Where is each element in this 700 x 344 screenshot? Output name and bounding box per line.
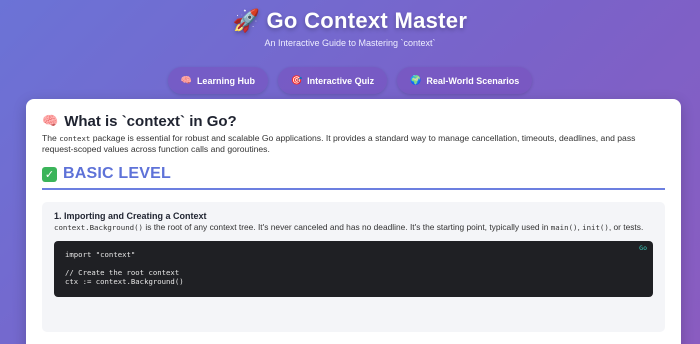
brain-icon: 🧠 bbox=[180, 75, 192, 86]
page-title: 🚀 Go Context Master bbox=[0, 8, 700, 34]
globe-icon: 🌍 bbox=[410, 75, 422, 86]
intro-text-part: package is essential for robust and scal… bbox=[42, 133, 636, 154]
code-line: // Create the root context bbox=[65, 268, 180, 277]
section-description: context.Background() is the root of any … bbox=[54, 222, 653, 233]
section-text-part: , or tests. bbox=[608, 222, 644, 232]
nav-tabs: 🧠 Learning Hub 🎯 Interactive Quiz 🌍 Real… bbox=[0, 67, 700, 94]
tab-label: Learning Hub bbox=[196, 75, 255, 86]
tab-label: Interactive Quiz bbox=[307, 75, 375, 86]
content-card: 🧠 What is `context` in Go? The context p… bbox=[26, 99, 681, 344]
tab-interactive-quiz[interactable]: 🎯 Interactive Quiz bbox=[277, 67, 388, 94]
intro-text-part: The bbox=[42, 133, 60, 143]
code-line: import "context" bbox=[65, 250, 136, 259]
page-subtitle: An Interactive Guide to Mastering `conte… bbox=[264, 38, 436, 48]
page-title-text: Go Context Master bbox=[266, 8, 468, 33]
code-line: ctx := context.Background() bbox=[65, 277, 184, 286]
inline-code: init() bbox=[582, 223, 609, 232]
tab-learning-hub[interactable]: 🧠 Learning Hub bbox=[167, 67, 268, 94]
rocket-icon: 🚀 bbox=[232, 9, 261, 34]
lesson-section: 1. Importing and Creating a Context cont… bbox=[42, 202, 665, 332]
inline-code: main() bbox=[550, 223, 578, 232]
inline-code: context.Background() bbox=[54, 223, 143, 232]
level-heading: ✓ BASIC LEVEL bbox=[42, 165, 665, 190]
level-label: BASIC LEVEL bbox=[63, 165, 171, 182]
inline-code: context bbox=[59, 134, 91, 143]
tab-real-world-scenarios[interactable]: 🌍 Real-World Scenarios bbox=[397, 67, 533, 94]
section-text-part: is the root of any context tree. It's ne… bbox=[143, 222, 551, 232]
target-icon: 🎯 bbox=[290, 75, 303, 86]
intro-text: The context package is essential for rob… bbox=[42, 133, 665, 155]
card-title-text: What is `context` in Go? bbox=[64, 113, 237, 130]
code-block[interactable]: Go import "context" // Create the root c… bbox=[54, 241, 653, 297]
tab-label: Real-World Scenarios bbox=[426, 75, 520, 86]
brain-icon: 🧠 bbox=[42, 114, 59, 129]
code-language-badge: Go bbox=[639, 244, 647, 252]
card-title: 🧠 What is `context` in Go? bbox=[42, 113, 665, 130]
checkmark-icon: ✓ bbox=[42, 166, 57, 182]
section-title: 1. Importing and Creating a Context bbox=[54, 211, 207, 221]
